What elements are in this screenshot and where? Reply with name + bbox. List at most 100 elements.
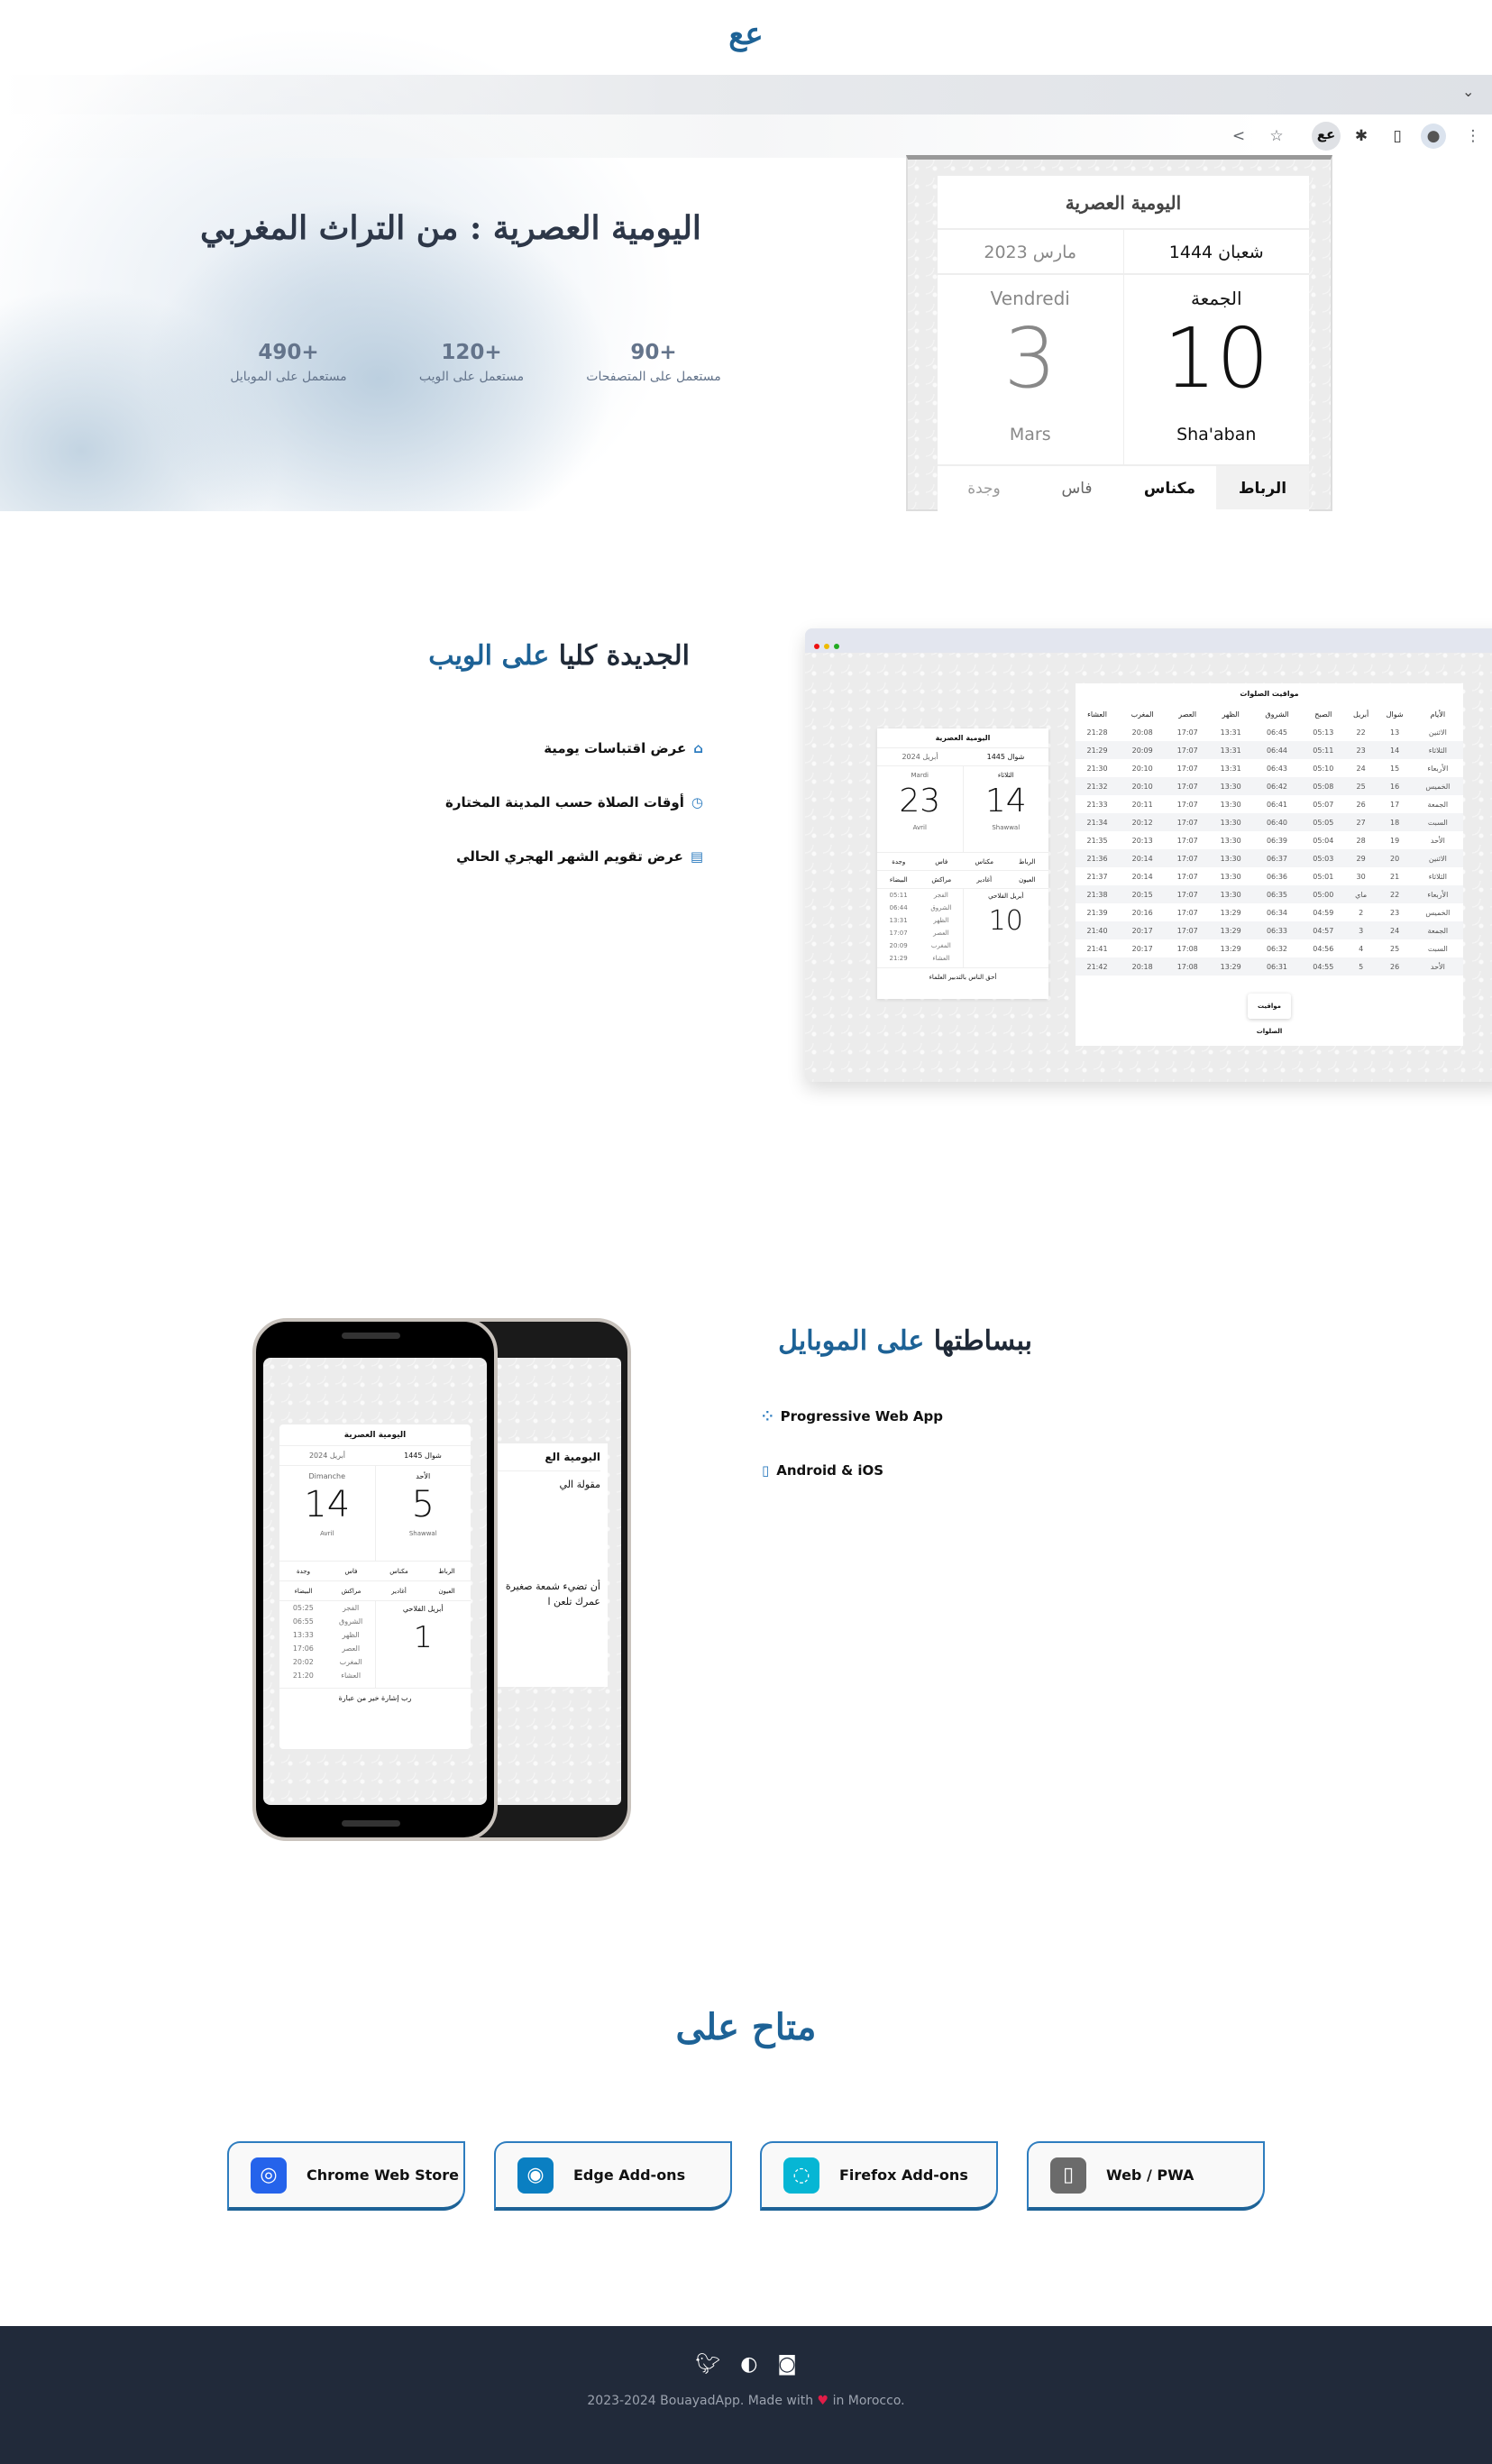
city-tab[interactable]: فاس: [920, 853, 964, 870]
city-tab[interactable]: الرباط: [1216, 466, 1309, 509]
table-header: شوال: [1386, 710, 1404, 719]
table-cell: 22: [1377, 885, 1413, 903]
chrome-store-button[interactable]: ◎ Chrome Web Store: [227, 2141, 465, 2211]
menu-icon[interactable]: ⋮: [1460, 124, 1486, 149]
site-logo[interactable]: ﻋﻊ: [712, 16, 780, 52]
instagram-icon[interactable]: ◙: [777, 2353, 816, 2376]
stat-label: مستعمل على الويب: [418, 370, 525, 384]
city-tab[interactable]: الرباط: [1006, 853, 1049, 870]
web-pwa-button[interactable]: ▯ Web / PWA: [1027, 2141, 1265, 2211]
table-cell: 17:07: [1166, 777, 1210, 795]
table-cell: 06:39: [1266, 836, 1288, 845]
table-cell: 17:07: [1176, 908, 1198, 917]
table-cell: 13:30: [1209, 813, 1253, 831]
feature-item: ⌂ عرض اقتباسات يومية: [270, 721, 703, 775]
city-tab[interactable]: مراكش: [327, 1581, 375, 1600]
close-dot-icon: [814, 644, 819, 649]
city-tab[interactable]: العيون: [423, 1581, 471, 1600]
table-cell: 21:30: [1086, 764, 1108, 773]
prayer-time: 05:11: [889, 892, 908, 899]
table-cell: 13: [1390, 728, 1400, 737]
city-tab[interactable]: العيون: [1006, 871, 1049, 888]
city-tab[interactable]: وجدة: [877, 853, 920, 870]
table-cell: 06:43: [1266, 764, 1288, 773]
table-cell: 21:35: [1086, 836, 1108, 845]
city-tab[interactable]: مكناس: [375, 1562, 423, 1580]
table-header: الشروق: [1265, 710, 1289, 719]
web-features: ⌂ عرض اقتباسات يومية ◷ أوقات الصلاة حسب ال…: [270, 721, 703, 884]
table-cell: الخميس: [1425, 908, 1451, 917]
city-tab[interactable]: وجدة: [279, 1562, 327, 1580]
city-tab[interactable]: مكناس: [963, 853, 1006, 870]
city-tab[interactable]: البيضاء: [877, 871, 920, 888]
table-row: الاثنين 20 29 05:03 06:37 13:30 17:07 20:14 21:3…: [1076, 849, 1463, 867]
city-tab[interactable]: الرباط: [423, 1562, 471, 1580]
table-row: الثلاثاء 14 23 05:11 06:44 13:31 17:07 20:09 21:…: [1076, 741, 1463, 759]
profile-icon[interactable]: ●: [1421, 124, 1446, 149]
minimize-dot-icon: [824, 644, 830, 649]
hijri-month-year: شوال 1445: [404, 1452, 442, 1460]
prayer-name: الشروق: [930, 904, 952, 911]
weekday-fr: Dimanche: [308, 1472, 346, 1480]
table-cell: 17:07: [1176, 764, 1198, 773]
table-row: الاثنين 13 22 05:13 06:45 13:31 17:07 20:08 21:2…: [1076, 723, 1463, 741]
table-cell: 20:16: [1131, 908, 1153, 917]
twitter-icon[interactable]: 🐦︎: [695, 2353, 740, 2376]
table-cell: 13:29: [1209, 921, 1253, 939]
copyright-text: in Morocco.: [832, 2394, 905, 2408]
table-cell: 17:07: [1166, 741, 1210, 759]
table-cell: 15: [1390, 764, 1400, 773]
table-cell: 05:11: [1301, 741, 1345, 759]
browser-tab-bar: [0, 75, 1492, 114]
table-cell: 21:34: [1076, 813, 1120, 831]
table-cell: 13:29: [1220, 944, 1241, 953]
daily-quote: أحق الناس بالتدبير العلماء: [877, 967, 1048, 985]
gregorian-day: 14: [304, 1484, 351, 1525]
github-icon[interactable]: ◐: [740, 2353, 777, 2376]
chevron-down-icon[interactable]: ⌄: [1462, 83, 1474, 100]
prayer-time: 13:31: [889, 917, 908, 924]
table-cell: 13:29: [1220, 908, 1241, 917]
table-row: الأحد 26 5 04:55 06:31 13:29 17:08 20:18 21:42: [1076, 957, 1463, 976]
prayer-time: 21:29: [889, 955, 908, 962]
table-cell: الأربعاء: [1412, 885, 1463, 903]
table-cell: 21:36: [1076, 849, 1120, 867]
city-tab[interactable]: وجدة: [938, 466, 1030, 509]
puzzle-icon[interactable]: ✱: [1349, 124, 1374, 149]
footer: 🐦︎◐◙ 2023-2024 BouayadApp. Made with ♥ i…: [0, 2326, 1492, 2464]
table-header: الظهر: [1222, 710, 1240, 719]
table-cell: 29: [1344, 849, 1378, 867]
city-tab[interactable]: فاس: [1030, 466, 1123, 509]
sidepanel-icon[interactable]: ▯: [1385, 124, 1410, 149]
weekday-ar: الجمعة: [1191, 288, 1242, 309]
store-label: Firefox Add-ons: [839, 2166, 968, 2184]
city-tab[interactable]: مكناس: [1123, 466, 1216, 509]
prayer-name: الفجر: [342, 1604, 360, 1612]
city-tab[interactable]: البيضاء: [279, 1581, 327, 1600]
city-tab[interactable]: مراكش: [920, 871, 964, 888]
table-cell: 20:14: [1131, 872, 1153, 881]
table-cell: 13:30: [1220, 800, 1241, 809]
stat-value: 90+: [630, 341, 677, 364]
phone-icon: ▯: [762, 1462, 770, 1479]
table-cell: 23: [1390, 908, 1400, 917]
city-tab[interactable]: أغادير: [375, 1581, 423, 1600]
prayer-times-button[interactable]: مواقيت الصلوات: [1248, 994, 1291, 1035]
mobile-calendar-card: اليومية العصرية شوال 1445 أبريل 2024 الأح…: [279, 1424, 471, 1749]
table-cell: 20:18: [1119, 957, 1167, 976]
table-cell: 24: [1356, 764, 1366, 773]
edge-store-button[interactable]: ◉ Edge Add-ons: [494, 2141, 732, 2211]
extension-logo-icon[interactable]: ﻋﻊ: [1312, 122, 1341, 151]
table-cell: 17:07: [1166, 921, 1210, 939]
city-tab[interactable]: فاس: [327, 1562, 375, 1580]
chrome-icon: ◎: [251, 2157, 287, 2194]
city-tab[interactable]: أغادير: [963, 871, 1006, 888]
share-icon[interactable]: <: [1226, 124, 1251, 149]
table-cell: 25: [1344, 777, 1378, 795]
table-row: الأربعاء 22 ماي 05:00 06:35 13:30 17:07 20:15 21…: [1076, 885, 1463, 903]
pwa-icon: ⁘: [762, 1408, 773, 1424]
feature-label: Progressive Web App: [780, 1408, 943, 1424]
firefox-store-button[interactable]: ◌ Firefox Add-ons: [760, 2141, 998, 2211]
star-icon[interactable]: ☆: [1264, 124, 1289, 149]
card-title: اليومية العصرية: [279, 1424, 471, 1446]
